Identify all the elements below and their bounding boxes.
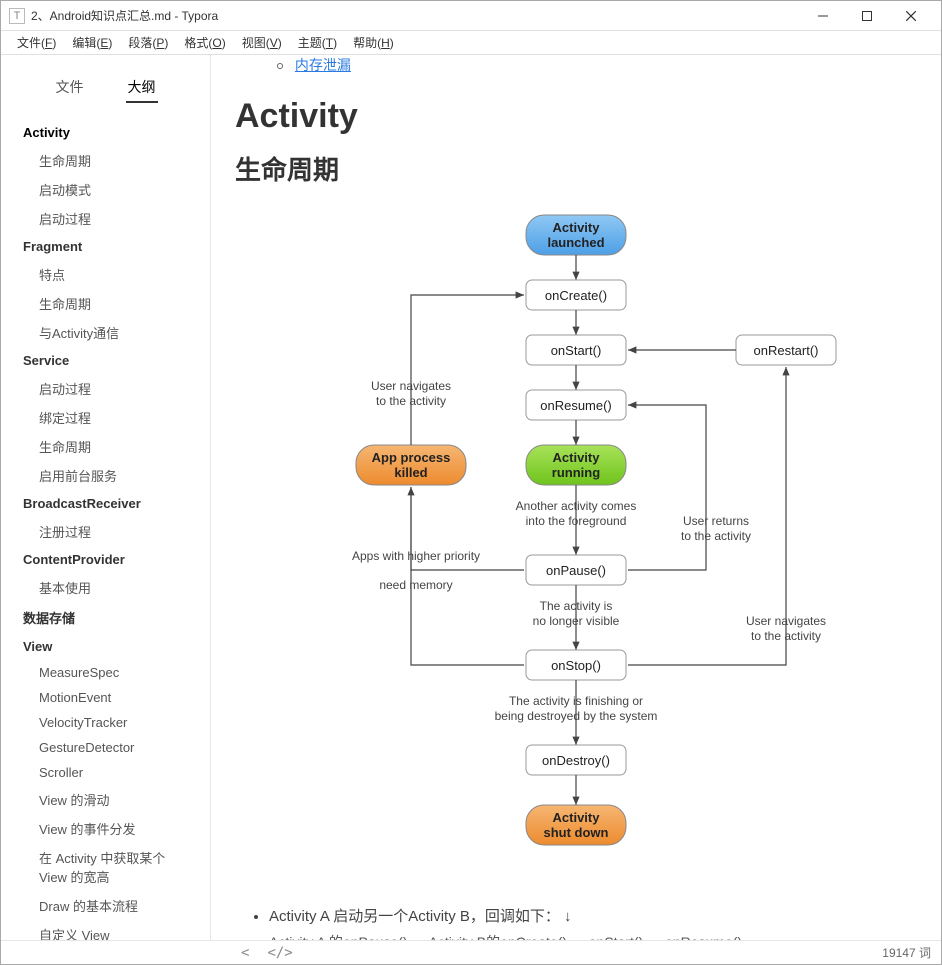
- minimize-button[interactable]: [801, 2, 845, 30]
- outline-h2[interactable]: MeasureSpec: [1, 660, 210, 685]
- svg-text:User returns: User returns: [683, 514, 749, 528]
- body-list[interactable]: Activity A 启动另一个Activity B，回调如下： ↓: [235, 905, 917, 926]
- tab-files[interactable]: 文件: [54, 73, 86, 103]
- svg-text:to the activity: to the activity: [376, 394, 446, 408]
- outline-h1[interactable]: BroadcastReceiver: [1, 490, 210, 517]
- outline-h2[interactable]: 生命周期: [1, 146, 210, 175]
- outline-h2[interactable]: 自定义 View: [1, 920, 210, 940]
- tab-outline[interactable]: 大纲: [126, 73, 158, 103]
- outline-h1[interactable]: Service: [1, 347, 210, 374]
- node-onrestart: onRestart(): [753, 343, 818, 358]
- menu-item[interactable]: 编辑(E): [64, 32, 120, 53]
- outline-h2[interactable]: GestureDetector: [1, 735, 210, 760]
- menu-item[interactable]: 段落(P): [120, 32, 176, 53]
- svg-text:User navigates: User navigates: [371, 379, 451, 393]
- outline-h1[interactable]: ContentProvider: [1, 546, 210, 573]
- toc-entry: 内存泄漏: [277, 55, 917, 75]
- window-title: 2、Android知识点汇总.md - Typora: [31, 7, 801, 24]
- sidebar: 文件 大纲 Activity生命周期启动模式启动过程Fragment特点生命周期…: [1, 55, 211, 940]
- bullet-icon: [277, 63, 283, 69]
- outline-h1[interactable]: Fragment: [1, 233, 210, 260]
- heading-activity[interactable]: Activity: [235, 97, 917, 136]
- menu-item[interactable]: 帮助(H): [345, 32, 402, 53]
- node-onstart: onStart(): [551, 343, 602, 358]
- menu-item[interactable]: 文件(F): [9, 32, 64, 53]
- svg-text:into the foreground: into the foreground: [526, 514, 627, 528]
- outline-h2[interactable]: 生命周期: [1, 432, 210, 461]
- outline-panel: Activity生命周期启动模式启动过程Fragment特点生命周期与Activ…: [1, 113, 210, 940]
- node-killed: App process: [372, 450, 451, 465]
- outline-h2[interactable]: 启动过程: [1, 374, 210, 403]
- node-onpause: onPause(): [546, 563, 606, 578]
- svg-text:shut down: shut down: [544, 825, 609, 840]
- svg-text:Apps with higher priority: Apps with higher priority: [352, 549, 480, 563]
- node-shutdown: Activity: [553, 810, 601, 825]
- svg-text:to the activity: to the activity: [751, 629, 821, 643]
- node-launched: Activity: [553, 220, 601, 235]
- outline-h2[interactable]: View 的事件分发: [1, 814, 210, 843]
- outline-h2[interactable]: MotionEvent: [1, 685, 210, 710]
- body-subline[interactable]: Activity A 的onPause() → Activity B的onCre…: [235, 932, 917, 940]
- word-count[interactable]: 19147 词: [882, 944, 931, 961]
- menu-item[interactable]: 格式(O): [176, 32, 233, 53]
- outline-h2[interactable]: 启用前台服务: [1, 461, 210, 490]
- outline-h2[interactable]: 启动模式: [1, 175, 210, 204]
- outline-h2[interactable]: VelocityTracker: [1, 710, 210, 735]
- lifecycle-diagram: Activity launched onCreate() onStart() o…: [235, 205, 917, 885]
- toc-link[interactable]: 内存泄漏: [295, 57, 351, 73]
- outline-h2[interactable]: 生命周期: [1, 289, 210, 318]
- outline-h2[interactable]: Draw 的基本流程: [1, 891, 210, 920]
- outline-h2[interactable]: View 的滑动: [1, 785, 210, 814]
- svg-text:no longer visible: no longer visible: [533, 614, 620, 628]
- menu-item[interactable]: 主题(T): [290, 32, 345, 53]
- outline-h1[interactable]: View: [1, 633, 210, 660]
- outline-h2[interactable]: 特点: [1, 260, 210, 289]
- svg-text:running: running: [552, 465, 600, 480]
- window-titlebar: T 2、Android知识点汇总.md - Typora: [1, 1, 941, 31]
- svg-text:The activity is: The activity is: [540, 599, 613, 613]
- sidebar-tabs: 文件 大纲: [1, 55, 210, 113]
- svg-text:need memory: need memory: [379, 578, 452, 592]
- menu-item[interactable]: 视图(V): [234, 32, 290, 53]
- source-mode-button[interactable]: </>: [267, 945, 292, 961]
- close-button[interactable]: [889, 2, 933, 30]
- list-item[interactable]: Activity A 启动另一个Activity B，回调如下： ↓: [269, 905, 917, 926]
- statusbar: < </> 19147 词: [1, 940, 941, 964]
- outline-h2[interactable]: 启动过程: [1, 204, 210, 233]
- node-running: Activity: [553, 450, 601, 465]
- svg-text:User navigates: User navigates: [746, 614, 826, 628]
- node-onresume: onResume(): [540, 398, 612, 413]
- svg-text:to the activity: to the activity: [681, 529, 751, 543]
- outline-h1[interactable]: 数据存储: [1, 602, 210, 633]
- svg-text:launched: launched: [547, 235, 604, 250]
- outline-h2[interactable]: 在 Activity 中获取某个 View 的宽高: [1, 843, 210, 891]
- node-onstop: onStop(): [551, 658, 601, 673]
- svg-text:being destroyed by the system: being destroyed by the system: [495, 709, 658, 723]
- maximize-button[interactable]: [845, 2, 889, 30]
- outline-h1[interactable]: Activity: [1, 119, 210, 146]
- outline-h2[interactable]: 与Activity通信: [1, 318, 210, 347]
- app-icon: T: [9, 8, 25, 24]
- back-button[interactable]: <: [241, 945, 249, 961]
- editor-content[interactable]: 内存泄漏 Activity 生命周期 Activity launched: [211, 55, 941, 940]
- outline-h2[interactable]: 绑定过程: [1, 403, 210, 432]
- svg-text:Another activity comes: Another activity comes: [516, 499, 637, 513]
- menubar: 文件(F)编辑(E)段落(P)格式(O)视图(V)主题(T)帮助(H): [1, 31, 941, 55]
- outline-h2[interactable]: 基本使用: [1, 573, 210, 602]
- outline-h2[interactable]: 注册过程: [1, 517, 210, 546]
- outline-h2[interactable]: Scroller: [1, 760, 210, 785]
- node-ondestroy: onDestroy(): [542, 753, 610, 768]
- svg-text:The activity is finishing or: The activity is finishing or: [509, 694, 643, 708]
- heading-lifecycle[interactable]: 生命周期: [235, 150, 917, 187]
- node-oncreate: onCreate(): [545, 288, 607, 303]
- svg-text:killed: killed: [394, 465, 427, 480]
